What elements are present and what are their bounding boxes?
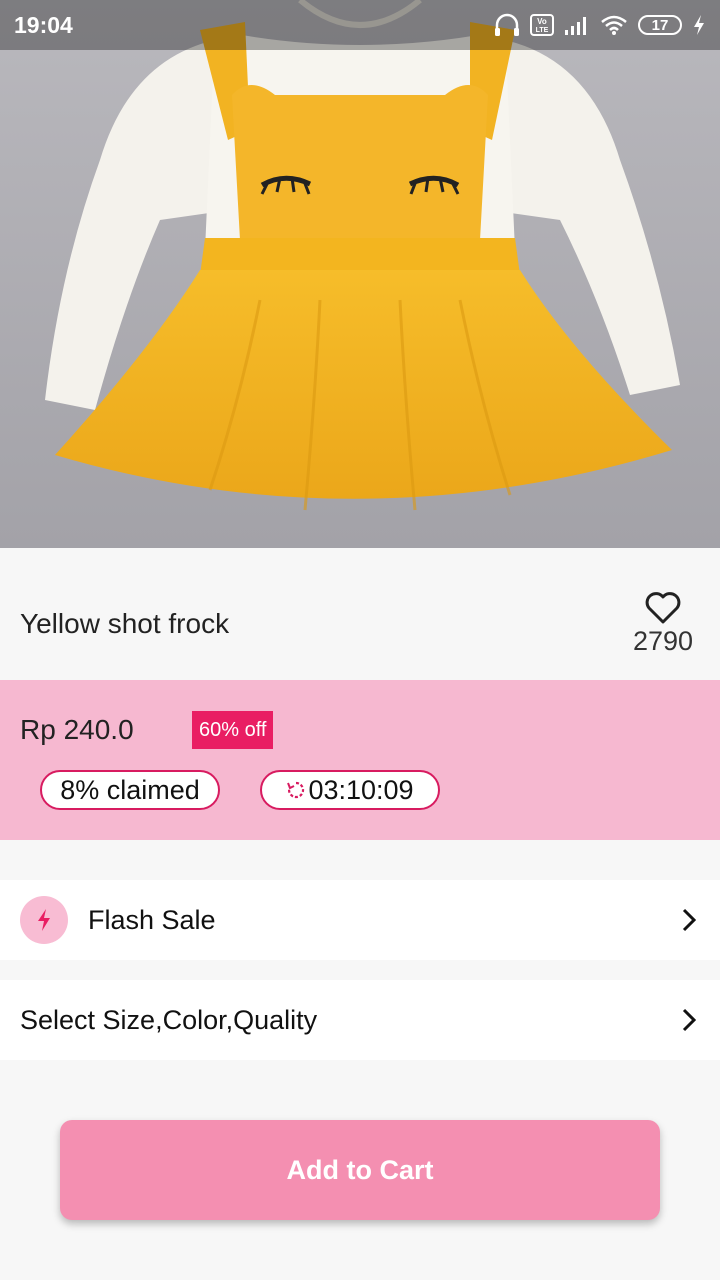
battery-indicator: 17 [638, 15, 682, 35]
heart-icon [645, 592, 681, 624]
timer-icon [287, 781, 305, 799]
wifi-icon [600, 14, 628, 36]
discount-badge: 60% off [192, 711, 274, 749]
chevron-right-icon [682, 1008, 696, 1032]
select-options-label: Select Size,Color,Quality [20, 1004, 318, 1035]
volte-icon: Vo LTE [530, 14, 554, 36]
signal-icon [564, 14, 590, 36]
charging-icon [692, 14, 706, 36]
product-image [0, 0, 720, 548]
svg-text:LTE: LTE [536, 27, 549, 34]
product-header: Yellow shot frock 2790 [0, 548, 720, 680]
favorite-button[interactable]: 2790 [628, 592, 698, 657]
chevron-right-icon [682, 908, 696, 932]
countdown-text: 03:10:09 [308, 774, 414, 805]
svg-text:Vo: Vo [537, 17, 547, 26]
claimed-text: 8% claimed [60, 774, 200, 805]
favorite-count: 2790 [632, 626, 694, 656]
status-bar: 19:04 Vo LTE 17 [0, 0, 720, 50]
lightning-icon [38, 909, 50, 931]
headphones-icon [494, 13, 520, 37]
claimed-badge: 8% claimed [40, 770, 220, 810]
price-label: Rp 240.0 [20, 714, 134, 745]
flash-circle [20, 896, 68, 944]
flash-sale-row[interactable]: Flash Sale [0, 880, 720, 960]
countdown-badge: 03:10:09 [260, 770, 440, 810]
product-title: Yellow shot frock [20, 608, 230, 639]
price-section: Rp 240.0 60% off 8% claimed 03:10:09 [0, 680, 720, 840]
status-icons: Vo LTE 17 [494, 13, 706, 37]
flash-sale-label: Flash Sale [88, 904, 216, 935]
add-to-cart-button[interactable]: Add to Cart [60, 1120, 660, 1220]
select-options-row[interactable]: Select Size,Color,Quality [0, 980, 720, 1060]
status-time: 19:04 [14, 11, 73, 38]
